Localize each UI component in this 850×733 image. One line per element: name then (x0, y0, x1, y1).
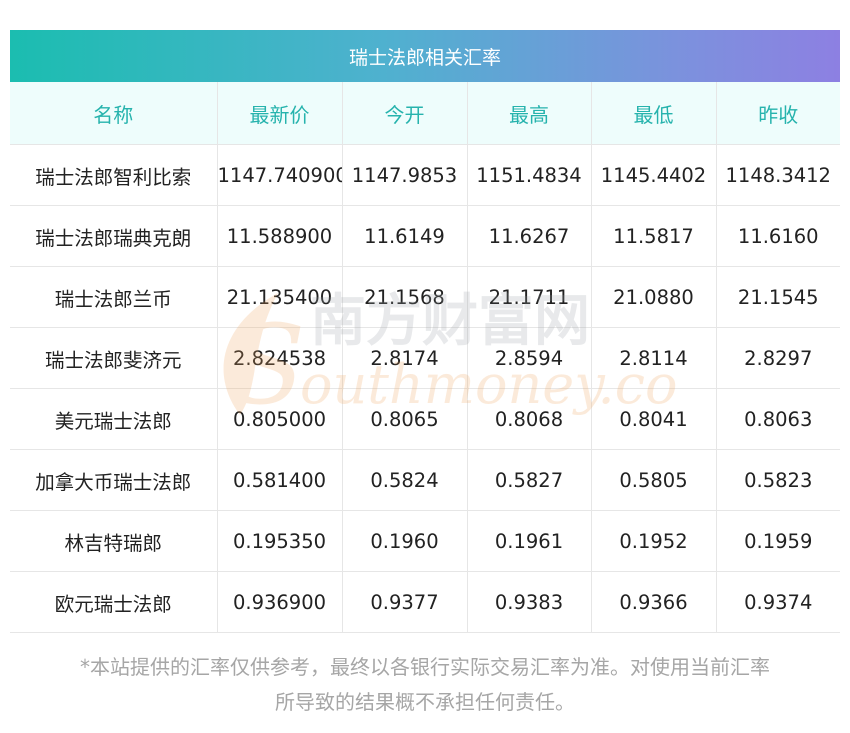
latest-price: 0.936900 (217, 571, 343, 633)
rates-table: 名称 最新价 今开 最高 最低 昨收 瑞士法郎智利比索 1147.740900 … (10, 82, 840, 633)
prev-close-price: 0.8063 (716, 388, 840, 450)
disclaimer-line-2: 所导致的结果概不承担任何责任。 (275, 690, 575, 714)
low-price: 11.5817 (591, 205, 717, 267)
prev-close-price: 11.6160 (716, 205, 840, 267)
currency-pair-name: 加拿大币瑞士法郎 (10, 449, 218, 511)
open-price: 0.9377 (342, 571, 468, 633)
prev-close-price: 21.1545 (716, 266, 840, 328)
table-row: 瑞士法郎智利比索 1147.740900 1147.9853 1151.4834… (10, 144, 840, 206)
column-header-high: 最高 (467, 82, 592, 145)
prev-close-price: 0.5823 (716, 449, 840, 511)
column-header-latest: 最新价 (217, 82, 343, 145)
high-price: 21.1711 (467, 266, 592, 328)
open-price: 1147.9853 (342, 144, 468, 206)
table-row: 美元瑞士法郎 0.805000 0.8065 0.8068 0.8041 0.8… (10, 388, 840, 450)
low-price: 0.5805 (591, 449, 717, 511)
table-row: 瑞士法郎兰币 21.135400 21.1568 21.1711 21.0880… (10, 266, 840, 328)
open-price: 2.8174 (342, 327, 468, 389)
currency-pair-name: 欧元瑞士法郎 (10, 571, 218, 633)
open-price: 11.6149 (342, 205, 468, 267)
column-header-open: 今开 (342, 82, 468, 145)
table-title: 瑞士法郎相关汇率 (10, 30, 840, 82)
table-row: 加拿大币瑞士法郎 0.581400 0.5824 0.5827 0.5805 0… (10, 449, 840, 511)
high-price: 0.5827 (467, 449, 592, 511)
table-row: 林吉特瑞郎 0.195350 0.1960 0.1961 0.1952 0.19… (10, 510, 840, 572)
currency-pair-name: 瑞士法郎斐济元 (10, 327, 218, 389)
prev-close-price: 2.8297 (716, 327, 840, 389)
latest-price: 21.135400 (217, 266, 343, 328)
high-price: 0.1961 (467, 510, 592, 572)
latest-price: 11.588900 (217, 205, 343, 267)
latest-price: 0.581400 (217, 449, 343, 511)
column-header-prev-close: 昨收 (716, 82, 840, 145)
low-price: 0.8041 (591, 388, 717, 450)
high-price: 0.8068 (467, 388, 592, 450)
currency-pair-name: 林吉特瑞郎 (10, 510, 218, 572)
latest-price: 1147.740900 (217, 144, 343, 206)
low-price: 0.9366 (591, 571, 717, 633)
low-price: 0.1952 (591, 510, 717, 572)
latest-price: 0.195350 (217, 510, 343, 572)
low-price: 2.8114 (591, 327, 717, 389)
low-price: 21.0880 (591, 266, 717, 328)
open-price: 0.1960 (342, 510, 468, 572)
currency-pair-name: 瑞士法郎瑞典克朗 (10, 205, 218, 267)
column-header-low: 最低 (591, 82, 717, 145)
high-price: 11.6267 (467, 205, 592, 267)
high-price: 0.9383 (467, 571, 592, 633)
table-row: 欧元瑞士法郎 0.936900 0.9377 0.9383 0.9366 0.9… (10, 571, 840, 633)
table-title-text: 瑞士法郎相关汇率 (348, 46, 501, 69)
latest-price: 2.824538 (217, 327, 343, 389)
currency-pair-name: 瑞士法郎兰币 (10, 266, 218, 328)
currency-pair-name: 美元瑞士法郎 (10, 388, 218, 450)
prev-close-price: 0.1959 (716, 510, 840, 572)
table-row: 瑞士法郎斐济元 2.824538 2.8174 2.8594 2.8114 2.… (10, 327, 840, 389)
table-row: 瑞士法郎瑞典克朗 11.588900 11.6149 11.6267 11.58… (10, 205, 840, 267)
prev-close-price: 0.9374 (716, 571, 840, 633)
low-price: 1145.4402 (591, 144, 717, 206)
high-price: 1151.4834 (467, 144, 592, 206)
open-price: 0.5824 (342, 449, 468, 511)
high-price: 2.8594 (467, 327, 592, 389)
open-price: 21.1568 (342, 266, 468, 328)
disclaimer: *本站提供的汇率仅供参考，最终以各银行实际交易汇率为准。对使用当前汇率 所导致的… (10, 650, 840, 720)
latest-price: 0.805000 (217, 388, 343, 450)
currency-pair-name: 瑞士法郎智利比索 (10, 144, 218, 206)
rates-panel: 瑞士法郎相关汇率 名称 最新价 今开 最高 最低 昨收 瑞士法郎智利比索 114… (10, 30, 840, 633)
column-header-name: 名称 (10, 82, 218, 145)
disclaimer-line-1: *本站提供的汇率仅供参考，最终以各银行实际交易汇率为准。对使用当前汇率 (80, 655, 770, 679)
open-price: 0.8065 (342, 388, 468, 450)
table-header-row: 名称 最新价 今开 最高 最低 昨收 (10, 82, 840, 145)
prev-close-price: 1148.3412 (716, 144, 840, 206)
